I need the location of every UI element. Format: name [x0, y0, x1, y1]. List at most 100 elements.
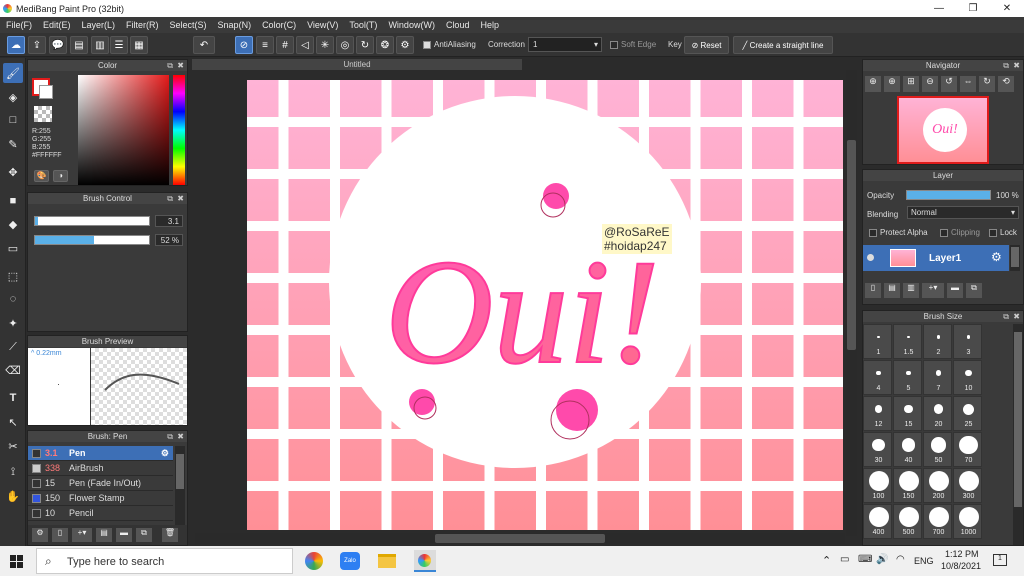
- medibang-taskbar-icon[interactable]: [414, 550, 436, 572]
- brush-file-icon[interactable]: ▤: [96, 528, 112, 542]
- eyedropper-tool-icon[interactable]: ⟟: [3, 462, 23, 482]
- reset-button[interactable]: ⊘ Reset: [684, 36, 729, 54]
- new-layer-8bit-icon[interactable]: ▤: [884, 283, 900, 298]
- notification-icon[interactable]: 1: [993, 554, 1007, 566]
- brush-size-cell[interactable]: 200: [923, 468, 952, 503]
- cloud-icon[interactable]: ☁: [7, 36, 25, 54]
- correction-select[interactable]: 1 ▾: [528, 37, 602, 52]
- menu-view[interactable]: View(V): [307, 20, 338, 30]
- clock-time[interactable]: 1:12 PM: [945, 549, 979, 559]
- canvas-horizontal-scrollbar[interactable]: [195, 533, 845, 544]
- brush-size-cell[interactable]: 70: [953, 432, 982, 467]
- palette-icon[interactable]: 🎨: [34, 170, 49, 182]
- move-tool-icon[interactable]: ✥: [3, 162, 23, 182]
- snap-circle-icon[interactable]: ◎: [336, 36, 354, 54]
- brush-size-cell[interactable]: 40: [893, 432, 922, 467]
- keyboard-icon[interactable]: ⌨: [858, 554, 872, 565]
- hand-tool-icon[interactable]: ✋: [3, 486, 23, 506]
- brush-opacity-slider[interactable]: [34, 235, 150, 245]
- fill-rect-tool-icon[interactable]: ■: [3, 191, 23, 211]
- comment-icon[interactable]: 💬: [49, 36, 67, 54]
- chrome-icon[interactable]: [305, 552, 323, 570]
- battery-icon[interactable]: ▭: [840, 554, 849, 565]
- lock-checkbox[interactable]: [989, 228, 997, 237]
- brush-size-cell[interactable]: 20: [923, 396, 952, 431]
- brush-tool-icon[interactable]: 🖌: [3, 63, 23, 83]
- brush-size-cell[interactable]: 700: [923, 504, 952, 539]
- menu-color[interactable]: Color(C): [262, 20, 296, 30]
- brush-size-cell[interactable]: 12: [863, 396, 892, 431]
- menu-window[interactable]: Window(W): [388, 20, 435, 30]
- trash-icon[interactable]: 🗑: [162, 528, 178, 542]
- artwork-canvas[interactable]: Oui! @RoSaReE #hoidap247: [247, 80, 843, 530]
- list-item[interactable]: 3.1 Pen ⚙: [28, 446, 173, 461]
- transparent-color-swatch[interactable]: [34, 106, 52, 122]
- brush-size-cell[interactable]: 500: [893, 504, 922, 539]
- language-indicator[interactable]: ENG: [914, 556, 934, 566]
- brush-settings-icon[interactable]: ⚙: [32, 528, 48, 542]
- zalo-icon[interactable]: Zalo: [340, 552, 360, 570]
- color-saturation-box[interactable]: [78, 75, 169, 185]
- select-pen-icon[interactable]: ⟋: [3, 337, 23, 357]
- panel-close-icon[interactable]: ✖: [177, 431, 184, 442]
- panel-close-icon[interactable]: ✖: [1013, 60, 1020, 71]
- rectangle-tool-icon[interactable]: □: [3, 110, 23, 130]
- brush-size-cell[interactable]: 2: [923, 324, 952, 359]
- operation-tool-icon[interactable]: ↖: [3, 412, 23, 432]
- snap-ring-icon[interactable]: ❂: [376, 36, 394, 54]
- snap-off-icon[interactable]: ⊘: [235, 36, 253, 54]
- menu-layer[interactable]: Layer(L): [82, 20, 116, 30]
- export-icon[interactable]: ⇪: [28, 36, 46, 54]
- panel-close-icon[interactable]: ✖: [177, 60, 184, 71]
- clipping-checkbox[interactable]: [940, 228, 948, 237]
- float-icon[interactable]: ⧉: [1003, 60, 1009, 71]
- brush-size-cell[interactable]: 30: [863, 432, 892, 467]
- panel-close-icon[interactable]: ✖: [1013, 311, 1020, 322]
- grid-icon[interactable]: ▦: [130, 36, 148, 54]
- flip-icon[interactable]: ⇔: [960, 76, 976, 92]
- layer-folder-icon[interactable]: ▬: [947, 283, 963, 298]
- menu-select[interactable]: Select(S): [170, 20, 207, 30]
- brush-size-cell[interactable]: 5: [893, 360, 922, 395]
- snap-settings-icon[interactable]: ⚙: [396, 36, 414, 54]
- snap-curve-icon[interactable]: ↻: [356, 36, 374, 54]
- minimize-icon[interactable]: —: [922, 0, 956, 17]
- list-item[interactable]: 150 Flower Stamp: [28, 491, 173, 506]
- snap-perspective-icon[interactable]: ◁: [296, 36, 314, 54]
- bucket-tool-icon[interactable]: ◆: [3, 214, 23, 234]
- navigator-thumbnail[interactable]: Oui!: [897, 96, 989, 164]
- brush-size-cell[interactable]: 400: [863, 504, 892, 539]
- new-brush-icon[interactable]: ▯: [52, 528, 68, 542]
- brush-size-cell[interactable]: 1.5: [893, 324, 922, 359]
- wifi-icon[interactable]: ◠: [896, 554, 905, 565]
- blending-select[interactable]: Normal ▾: [907, 206, 1019, 219]
- brush-size-cell[interactable]: 25: [953, 396, 982, 431]
- brush-size-cell[interactable]: 1: [863, 324, 892, 359]
- brush-size-cell[interactable]: 300: [953, 468, 982, 503]
- brush-size-cell[interactable]: 1000: [953, 504, 982, 539]
- menu-tool[interactable]: Tool(T): [349, 20, 377, 30]
- snap-grid-icon[interactable]: #: [276, 36, 294, 54]
- brush-size-cell[interactable]: 100: [863, 468, 892, 503]
- menu-snap[interactable]: Snap(N): [218, 20, 252, 30]
- eye-icon[interactable]: [867, 254, 874, 261]
- hue-slider[interactable]: [173, 75, 185, 185]
- brush-size-cell[interactable]: 15: [893, 396, 922, 431]
- new-layer-1bit-icon[interactable]: ▥: [903, 283, 919, 298]
- protect-alpha-checkbox[interactable]: [869, 228, 877, 237]
- menu-file[interactable]: File(F): [6, 20, 32, 30]
- windows-start-icon[interactable]: [10, 555, 23, 568]
- duplicate-icon[interactable]: ⧉: [136, 528, 152, 542]
- zoom-out-icon[interactable]: ⊖: [922, 76, 938, 92]
- soft-edge-checkbox[interactable]: [610, 40, 618, 49]
- layer-row[interactable]: Layer1 ⚙: [863, 245, 1009, 271]
- divide-tool-icon[interactable]: ✂: [3, 436, 23, 456]
- list-item[interactable]: 15 Pen (Fade In/Out): [28, 476, 173, 491]
- float-icon[interactable]: ⧉: [167, 431, 173, 442]
- folder-icon[interactable]: ▬: [116, 528, 132, 542]
- secondary-color-swatch[interactable]: [39, 85, 53, 99]
- float-icon[interactable]: ⧉: [167, 193, 173, 204]
- undo-icon[interactable]: ↶: [193, 36, 215, 54]
- brush-size-slider[interactable]: [34, 216, 150, 226]
- brush-opacity-value[interactable]: 52 %: [155, 234, 183, 246]
